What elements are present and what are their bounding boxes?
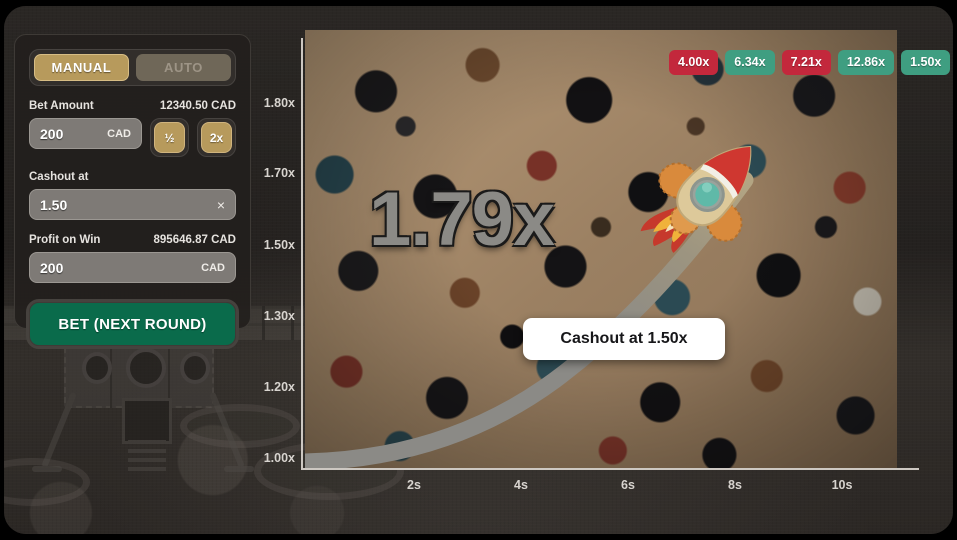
cashout-at-labels: Cashout at xyxy=(29,171,236,183)
profit-on-win-labels: Profit on Win 895646.87 CAD xyxy=(29,234,236,246)
bet-amount-currency: CAD xyxy=(107,127,131,140)
cashout-tooltip: Cashout at 1.50x xyxy=(523,318,725,360)
x-axis-tick: 6s xyxy=(621,478,635,492)
cashout-at-input[interactable]: 1.50 × xyxy=(29,189,236,220)
x-axis-tick: 4s xyxy=(514,478,528,492)
clear-icon[interactable]: × xyxy=(217,198,225,212)
history-badge[interactable]: 6.34x xyxy=(725,49,775,75)
history-badge[interactable]: 4.00x xyxy=(669,49,719,75)
profit-on-win-amount: 895646.87 CAD xyxy=(153,234,236,246)
double-bet-label: 2x xyxy=(209,130,224,145)
lunar-lander-decoration xyxy=(28,316,258,482)
cashout-at-value: 1.50 xyxy=(40,196,68,213)
halve-bet-label: ½ xyxy=(164,130,175,145)
game-stage: MANUAL AUTO Bet Amount 12340.50 CAD 200 … xyxy=(4,6,953,534)
y-axis-tick: 1.30x xyxy=(263,309,295,323)
multiplier-history: 4.00x 6.34x 7.21x 12.86x 1.50x xyxy=(669,48,953,76)
profit-on-win-label: Profit on Win xyxy=(29,234,101,246)
history-badge[interactable]: 1.50x xyxy=(901,49,951,75)
x-axis-tick: 2s xyxy=(407,478,421,492)
x-axis-line xyxy=(301,468,919,470)
double-bet-button[interactable]: 2x xyxy=(201,122,232,153)
bet-amount-row: 200 CAD ½ 2x xyxy=(29,118,236,157)
x-axis-tick: 10s xyxy=(831,478,853,492)
y-axis-tick: 1.80x xyxy=(263,96,295,110)
x-axis-tick: 8s xyxy=(728,478,742,492)
profit-on-win-currency: CAD xyxy=(201,261,225,274)
mode-switch: MANUAL AUTO xyxy=(29,49,236,86)
y-axis-tick: 1.50x xyxy=(263,238,295,252)
history-badge[interactable]: 7.21x xyxy=(781,49,831,75)
bet-button[interactable]: BET (NEXT ROUND) xyxy=(26,299,239,349)
crash-game-screen: MANUAL AUTO Bet Amount 12340.50 CAD 200 … xyxy=(0,0,957,540)
cashout-tooltip-label: Cashout at 1.50x xyxy=(560,330,688,347)
cashout-at-row: 1.50 × xyxy=(29,189,236,220)
profit-on-win-value: 200 xyxy=(40,259,64,276)
bet-amount-input[interactable]: 200 CAD xyxy=(29,118,142,149)
y-axis-line xyxy=(301,38,303,470)
half-button-wrap: ½ xyxy=(150,118,189,157)
halve-bet-button[interactable]: ½ xyxy=(154,122,185,153)
y-axis-tick: 1.20x xyxy=(263,380,295,394)
tab-auto-label: AUTO xyxy=(164,60,203,75)
bet-amount-label: Bet Amount xyxy=(29,100,94,112)
bet-amount-value: 200 xyxy=(40,125,64,142)
bet-control-panel: MANUAL AUTO Bet Amount 12340.50 CAD 200 … xyxy=(14,34,251,349)
crash-chart: 1.80x 1.70x 1.50x 1.30x 1.20x 1.00x 2s 4… xyxy=(259,30,951,510)
rocket-icon xyxy=(640,145,752,253)
tab-manual-label: MANUAL xyxy=(51,60,112,75)
tab-manual[interactable]: MANUAL xyxy=(34,54,129,81)
bet-button-label: BET (NEXT ROUND) xyxy=(58,315,207,333)
history-badge[interactable]: 12.86x xyxy=(837,49,895,75)
y-axis: 1.80x 1.70x 1.50x 1.30x 1.20x 1.00x xyxy=(259,30,303,470)
profit-on-win-input[interactable]: 200 CAD xyxy=(29,252,236,283)
y-axis-tick: 1.70x xyxy=(263,166,295,180)
current-multiplier: 1.79x xyxy=(369,177,555,262)
y-axis-tick: 1.00x xyxy=(263,451,295,465)
balance-value: 12340.50 CAD xyxy=(159,100,236,112)
double-button-wrap: 2x xyxy=(197,118,236,157)
cashout-at-label: Cashout at xyxy=(29,171,89,183)
profit-on-win-row: 200 CAD xyxy=(29,252,236,283)
tab-auto[interactable]: AUTO xyxy=(136,54,231,81)
bet-amount-labels: Bet Amount 12340.50 CAD xyxy=(29,100,236,112)
